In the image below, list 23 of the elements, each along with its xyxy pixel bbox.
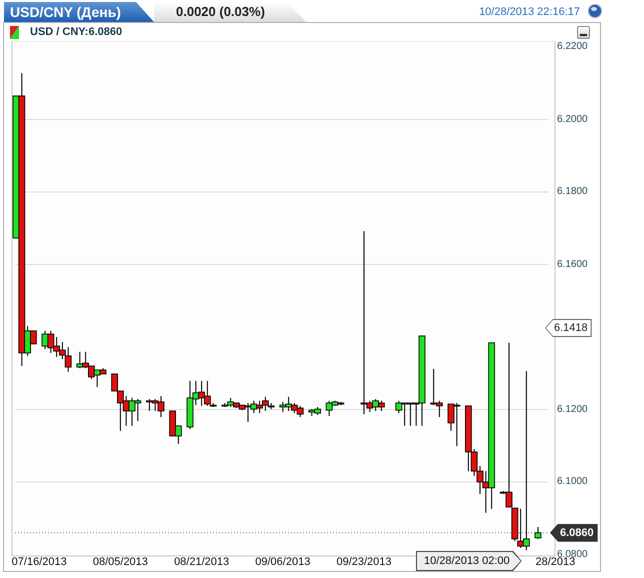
minimize-icon [580, 34, 587, 36]
x-axis-label: 08/05/2013 [92, 555, 148, 570]
y-axis-label: 6.1800 [557, 186, 588, 198]
x-axis-label: 07/16/2013 [12, 555, 67, 570]
chart-title-tab[interactable]: USD/CNY (День) [4, 2, 154, 22]
crosshair-date-label: 10/28/2013 02:00 [416, 551, 522, 571]
y-axis-label: 6.2200 [557, 41, 588, 53]
price-change: 0.0020 (0.03%) [154, 2, 306, 22]
y-axis-label: 6.1000 [557, 476, 588, 488]
candlestick [534, 526, 542, 540]
x-axis-label: 09/23/2013 [336, 555, 392, 570]
y-axis-label: 6.1600 [557, 258, 588, 270]
y-axis-label: 6.1200 [557, 404, 588, 416]
minimize-button[interactable] [577, 26, 590, 38]
y-axis-label: 6.2000 [557, 114, 588, 126]
x-axis-label: 28/2013 [536, 556, 576, 570]
last-price-marker: 6.0860 [550, 524, 598, 542]
x-axis-label: 09/06/2013 [255, 555, 310, 570]
flag-icon [10, 26, 19, 38]
x-axis-label: 08/21/2013 [174, 555, 230, 570]
symbol-label: USD / CNY:6.0860 [30, 24, 122, 40]
timestamp: 10/28/2013 22:16:17 [479, 4, 580, 20]
high-price-marker: 6.1418 [545, 319, 592, 337]
